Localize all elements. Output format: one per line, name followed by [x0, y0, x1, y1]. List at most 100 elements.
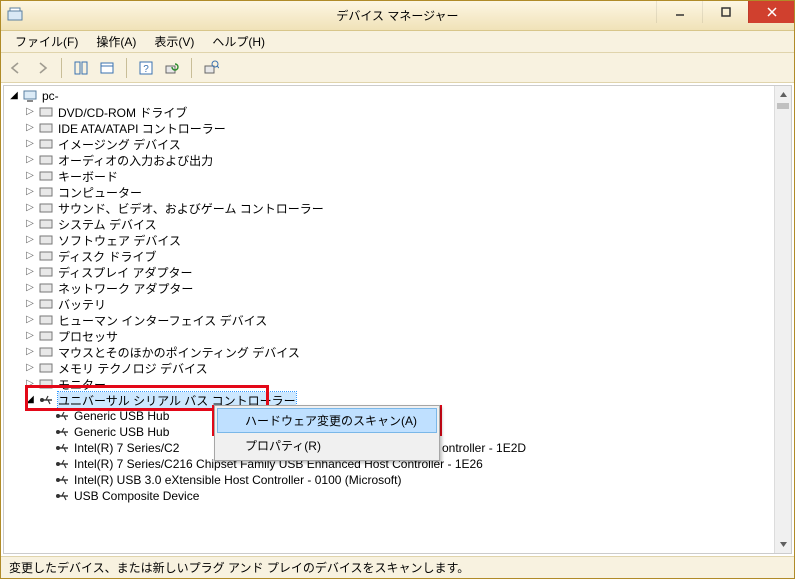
device-category-icon	[38, 120, 54, 136]
tree-label: IDE ATA/ATAPI コントローラー	[58, 120, 226, 137]
menu-bar: ファイル(F) 操作(A) 表示(V) ヘルプ(H)	[1, 31, 794, 53]
window-buttons	[656, 1, 794, 23]
tree-label: メモリ テクノロジ デバイス	[58, 360, 208, 377]
tree-item[interactable]: ▷ バッテリ	[4, 296, 791, 312]
scan-hardware-button[interactable]	[161, 57, 183, 79]
expand-icon[interactable]: ▷	[24, 298, 36, 310]
device-category-icon	[38, 296, 54, 312]
tree-label: コンピューター	[58, 184, 142, 201]
usb-device-icon	[54, 456, 70, 472]
tree-item[interactable]: ▷システム デバイス	[4, 216, 791, 232]
device-category-icon	[38, 376, 54, 392]
expand-icon[interactable]: ▷	[24, 330, 36, 342]
device-category-icon	[38, 280, 54, 296]
expand-icon[interactable]: ◢	[8, 90, 20, 102]
tree-item[interactable]: ▷ ネットワーク アダプター	[4, 280, 791, 296]
context-menu-scan[interactable]: ハードウェア変更のスキャン(A)	[217, 408, 437, 433]
window-title: デバイス マネージャー	[336, 7, 458, 24]
expand-icon[interactable]: ▷	[24, 234, 36, 246]
tree-label: オーディオの入力および出力	[58, 152, 213, 169]
expand-icon[interactable]: ▷	[24, 282, 36, 294]
scrollbar[interactable]	[774, 86, 791, 553]
expand-icon[interactable]: ▷	[24, 362, 36, 374]
tree-label: バッテリ	[58, 296, 106, 313]
tree-label: ネットワーク アダプター	[58, 280, 193, 297]
tree-item[interactable]: ▷ オーディオの入力および出力	[4, 152, 791, 168]
scroll-up-icon[interactable]	[775, 86, 792, 103]
properties-button[interactable]	[96, 57, 118, 79]
device-category-icon	[38, 360, 54, 376]
tree-item[interactable]: ▷ IDE ATA/ATAPI コントローラー	[4, 120, 791, 136]
tree-label: Generic USB Hub	[74, 409, 169, 423]
forward-button[interactable]	[31, 57, 53, 79]
expand-icon[interactable]: ▷	[24, 138, 36, 150]
scroll-thumb[interactable]	[777, 103, 789, 109]
tree-item[interactable]: ▷ ディスプレイ アダプター	[4, 264, 791, 280]
expand-icon[interactable]: ▷	[24, 154, 36, 166]
status-text: 変更したデバイス、または新しいプラグ アンド プレイのデバイスをスキャンします。	[9, 559, 469, 576]
toolbar-separator	[126, 58, 127, 78]
tree-root[interactable]: ◢ pc-	[4, 88, 791, 104]
expand-icon[interactable]: ▷	[24, 170, 36, 182]
tree-item[interactable]: ▷イメージング デバイス	[4, 136, 791, 152]
device-category-icon	[38, 344, 54, 360]
menu-view[interactable]: 表示(V)	[146, 31, 202, 52]
tree-item[interactable]: ▷ メモリ テクノロジ デバイス	[4, 360, 791, 376]
tree-item[interactable]: ▷ プロセッサ	[4, 328, 791, 344]
expand-icon[interactable]: ▷	[24, 218, 36, 230]
device-category-icon	[38, 152, 54, 168]
tree-item[interactable]: ▷キーボード	[4, 168, 791, 184]
context-menu: ハードウェア変更のスキャン(A) プロパティ(R)	[214, 405, 440, 461]
expand-icon[interactable]: ▷	[24, 250, 36, 262]
device-category-icon	[38, 312, 54, 328]
tree-item-usb-device[interactable]: USB Composite Device	[4, 488, 791, 504]
maximize-button[interactable]	[702, 1, 748, 23]
tree-label: ディスク ドライブ	[58, 248, 157, 265]
tree-label: Intel(R) USB 3.0 eXtensible Host Control…	[74, 473, 401, 487]
expand-icon[interactable]: ▷	[24, 186, 36, 198]
expand-icon[interactable]: ▷	[24, 346, 36, 358]
usb-device-icon	[54, 440, 70, 456]
scroll-down-icon[interactable]	[775, 536, 792, 553]
tree-item[interactable]: ▷モニター	[4, 376, 791, 392]
menu-help[interactable]: ヘルプ(H)	[204, 31, 273, 52]
expand-icon[interactable]: ◢	[24, 394, 36, 406]
tree-item[interactable]: ▷サウンド、ビデオ、およびゲーム コントローラー	[4, 200, 791, 216]
tree-container: ◢ pc- ▷ DVD/CD-ROM ドライブ ▷ IDE ATA/ATAPI コント…	[3, 85, 792, 554]
help-button[interactable]: ?	[135, 57, 157, 79]
expand-icon[interactable]: ▷	[24, 122, 36, 134]
menu-action[interactable]: 操作(A)	[88, 31, 144, 52]
device-category-icon	[38, 136, 54, 152]
tree-item-usb-device[interactable]: Intel(R) USB 3.0 eXtensible Host Control…	[4, 472, 791, 488]
tree-item[interactable]: ▷ マウスとそのほかのポインティング デバイス	[4, 344, 791, 360]
show-hide-tree-button[interactable]	[70, 57, 92, 79]
tree-label: マウスとそのほかのポインティング デバイス	[58, 344, 300, 361]
expand-icon[interactable]: ▷	[24, 314, 36, 326]
title-bar: デバイス マネージャー	[1, 1, 794, 31]
usb-device-icon	[54, 472, 70, 488]
device-tree[interactable]: ◢ pc- ▷ DVD/CD-ROM ドライブ ▷ IDE ATA/ATAPI コント…	[4, 86, 791, 553]
add-legacy-button[interactable]	[200, 57, 222, 79]
tree-label-fragment: ontroller - 1E2D	[442, 441, 526, 455]
tree-item[interactable]: ▷ コンピューター	[4, 184, 791, 200]
minimize-button[interactable]	[656, 1, 702, 23]
tree-label: USB Composite Device	[74, 489, 199, 503]
expand-icon[interactable]: ▷	[24, 106, 36, 118]
expand-icon[interactable]: ▷	[24, 266, 36, 278]
tree-label: ディスプレイ アダプター	[58, 264, 193, 281]
tree-item[interactable]: ▷ ディスク ドライブ	[4, 248, 791, 264]
context-menu-properties[interactable]: プロパティ(R)	[217, 433, 437, 458]
tree-item[interactable]: ▷ DVD/CD-ROM ドライブ	[4, 104, 791, 120]
tree-label: DVD/CD-ROM ドライブ	[58, 104, 187, 121]
expand-icon[interactable]: ▷	[24, 202, 36, 214]
close-button[interactable]	[748, 1, 794, 23]
tree-item[interactable]: ▷ソフトウェア デバイス	[4, 232, 791, 248]
device-category-icon	[38, 200, 54, 216]
tree-item[interactable]: ▷ヒューマン インターフェイス デバイス	[4, 312, 791, 328]
menu-file[interactable]: ファイル(F)	[7, 31, 86, 52]
svg-text:?: ?	[143, 64, 149, 75]
back-button[interactable]	[5, 57, 27, 79]
tree-label: プロセッサ	[58, 328, 118, 345]
device-category-icon	[38, 232, 54, 248]
expand-icon[interactable]: ▷	[24, 378, 36, 390]
